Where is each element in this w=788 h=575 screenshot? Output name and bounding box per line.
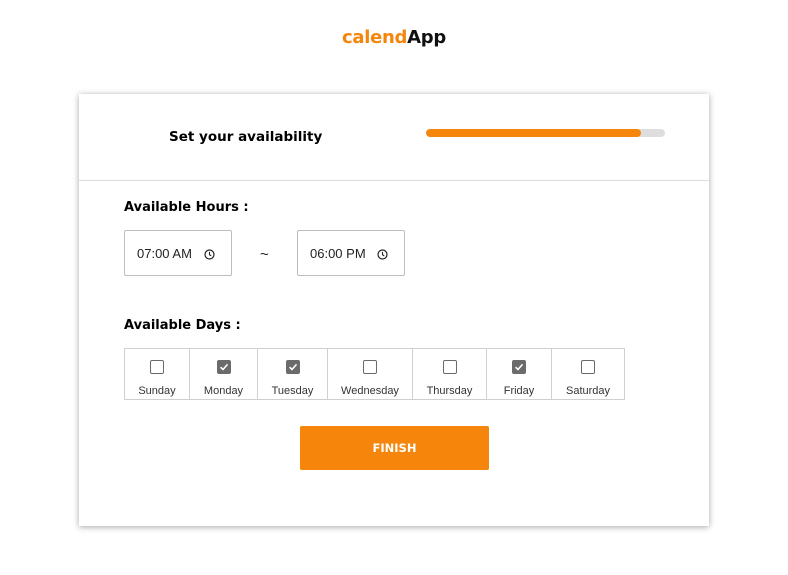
end-time-input[interactable]: 06:00 PM bbox=[297, 230, 405, 276]
card-header: Set your availability bbox=[79, 94, 709, 181]
available-hours-label: Available Hours : bbox=[124, 200, 249, 215]
start-time-value: 07:00 AM bbox=[137, 245, 192, 261]
day-option-thursday[interactable]: Thursday bbox=[413, 349, 487, 399]
day-option-monday[interactable]: Monday bbox=[190, 349, 258, 399]
day-option-saturday[interactable]: Saturday bbox=[552, 349, 624, 399]
checkmark-icon bbox=[288, 363, 297, 371]
day-label: Tuesday bbox=[271, 385, 314, 397]
app-logo: calendApp bbox=[0, 27, 788, 48]
day-option-sunday[interactable]: Sunday bbox=[125, 349, 190, 399]
day-checkbox[interactable] bbox=[285, 360, 300, 374]
day-option-friday[interactable]: Friday bbox=[487, 349, 552, 399]
day-checkbox[interactable] bbox=[581, 360, 595, 374]
day-label: Friday bbox=[503, 385, 535, 397]
brand-part-app: App bbox=[407, 27, 446, 48]
day-checkbox[interactable] bbox=[216, 360, 231, 374]
start-time-input[interactable]: 07:00 AM bbox=[124, 230, 232, 276]
day-label: Wednesday bbox=[341, 385, 399, 397]
available-days-label: Available Days : bbox=[124, 318, 241, 333]
day-label: Monday bbox=[203, 385, 244, 397]
progress-bar bbox=[426, 129, 665, 137]
clock-icon[interactable] bbox=[204, 249, 215, 260]
day-checkbox[interactable] bbox=[442, 360, 457, 374]
progress-bar-fill bbox=[426, 129, 642, 137]
checkmark-icon bbox=[515, 363, 524, 371]
day-label: Saturday bbox=[565, 385, 611, 397]
availability-card: Set your availability Available Hours : … bbox=[79, 94, 709, 526]
day-option-tuesday[interactable]: Tuesday bbox=[258, 349, 328, 399]
day-checkbox[interactable] bbox=[363, 360, 377, 374]
checkmark-icon bbox=[219, 363, 228, 371]
days-selector: Sunday Monday Tuesday Wednesday Thursday Frid… bbox=[124, 348, 625, 400]
day-option-wednesday[interactable]: Wednesday bbox=[328, 349, 413, 399]
day-label: Sunday bbox=[138, 385, 176, 397]
time-range-separator: ~ bbox=[260, 246, 269, 263]
day-checkbox[interactable] bbox=[150, 360, 164, 374]
day-label: Thursday bbox=[426, 385, 473, 397]
finish-button[interactable]: FINISH bbox=[300, 426, 489, 470]
day-checkbox[interactable] bbox=[512, 360, 526, 374]
step-title: Set your availability bbox=[169, 129, 323, 145]
end-time-value: 06:00 PM bbox=[310, 245, 366, 261]
brand-part-calend: calend bbox=[342, 27, 408, 48]
clock-icon[interactable] bbox=[377, 249, 388, 260]
